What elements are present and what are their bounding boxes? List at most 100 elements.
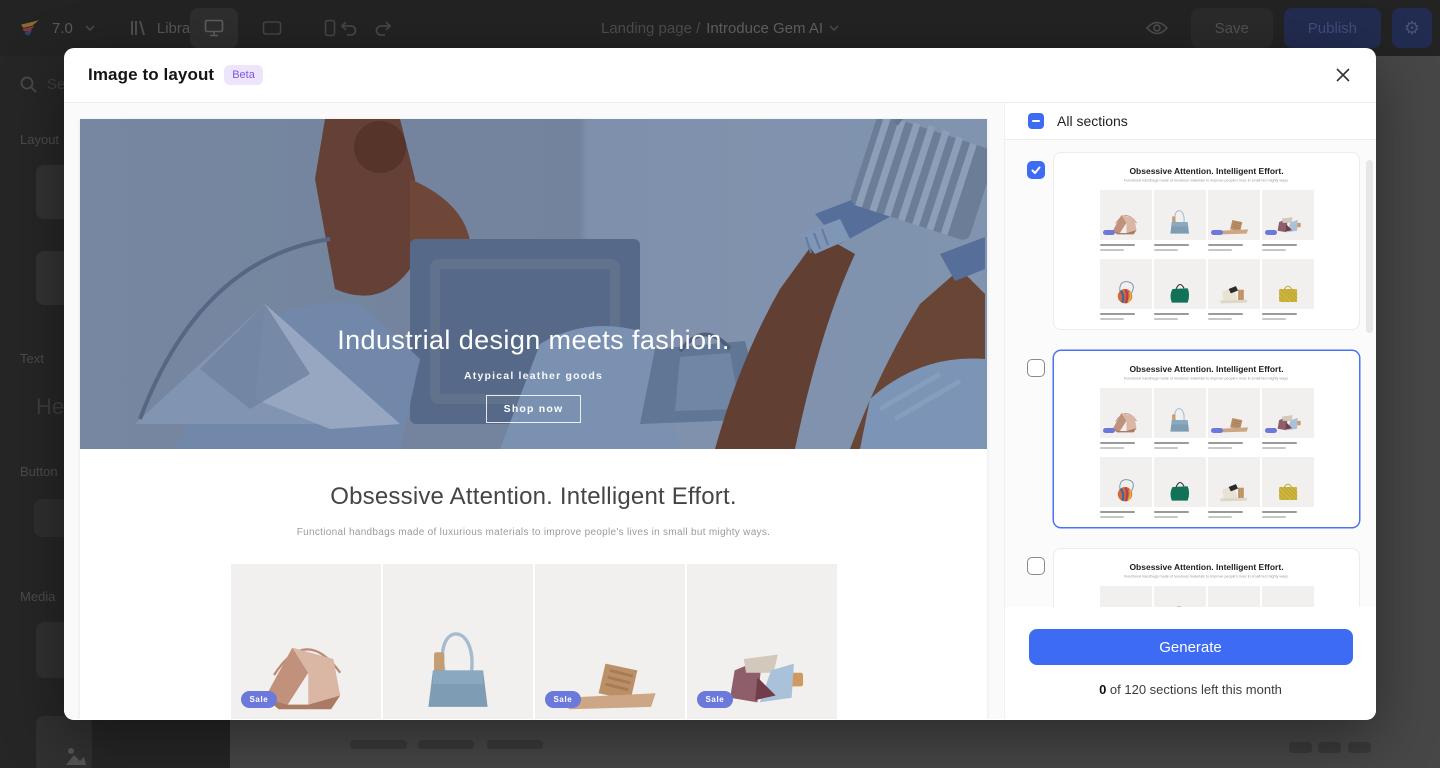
product-grid: SaleSaleSale bbox=[80, 564, 987, 719]
thumbnail-product-tile bbox=[1154, 457, 1206, 507]
thumbnail-subtitle: Functional handbags made of luxurious ma… bbox=[1112, 575, 1301, 579]
thumbnail-text-line bbox=[1262, 249, 1287, 251]
section-thumbnail-card[interactable]: Obsessive Attention. Intelligent Effort.… bbox=[1053, 350, 1360, 528]
thumbnail-product-tile bbox=[1154, 190, 1206, 240]
section-checkbox[interactable] bbox=[1027, 161, 1045, 179]
section-checkbox[interactable] bbox=[1027, 359, 1045, 377]
sections-panel: All sections Obsessive Attention. Intell… bbox=[1004, 103, 1376, 719]
section-title: Obsessive Attention. Intelligent Effort. bbox=[80, 483, 987, 511]
hero-section: Industrial design meets fashion. Atypica… bbox=[80, 119, 987, 449]
product-image-shoulder-bag bbox=[1161, 202, 1198, 238]
undo-icon[interactable] bbox=[338, 19, 358, 37]
thumbnail-product-tile bbox=[1208, 190, 1260, 240]
panel-scrollbar[interactable] bbox=[1366, 160, 1373, 333]
section-row: Obsessive Attention. Intelligent Effort.… bbox=[1027, 350, 1376, 528]
product-image-heel-mule bbox=[1215, 469, 1252, 505]
section-thumbnail-card[interactable]: Obsessive Attention. Intelligent Effort.… bbox=[1053, 152, 1360, 330]
thumbnail-text-line bbox=[1100, 318, 1125, 320]
products-section: Obsessive Attention. Intelligent Effort.… bbox=[80, 449, 987, 719]
product-image-woven-bag bbox=[1269, 469, 1306, 505]
thumbnail-product bbox=[1208, 259, 1260, 324]
product-tile: Sale bbox=[535, 564, 685, 719]
redo-icon[interactable] bbox=[374, 19, 394, 37]
canvas-skeleton-pill bbox=[1318, 742, 1341, 753]
save-button[interactable]: Save bbox=[1191, 8, 1273, 48]
thumbnail-product-tile bbox=[1154, 586, 1206, 607]
thumbnail-product-row bbox=[1054, 190, 1359, 255]
thumbnail-text-line bbox=[1100, 447, 1125, 449]
beta-badge: Beta bbox=[224, 65, 263, 85]
thumbnail-product bbox=[1100, 190, 1152, 255]
mini-sale-badge bbox=[1103, 428, 1115, 433]
canvas-skeleton-pill bbox=[1289, 742, 1312, 753]
thumbnail-text-line bbox=[1100, 313, 1135, 315]
device-desktop-button[interactable] bbox=[190, 8, 238, 48]
thumbnail-text-line bbox=[1262, 244, 1297, 246]
breadcrumb-current: Introduce Gem AI bbox=[706, 20, 823, 37]
source-screenshot: Industrial design meets fashion. Atypica… bbox=[80, 119, 987, 719]
search-icon bbox=[20, 76, 37, 93]
thumbnail-product bbox=[1100, 457, 1152, 522]
hero-title: Industrial design meets fashion. bbox=[80, 325, 987, 356]
thumbnail-product bbox=[1208, 457, 1260, 522]
section-row: Obsessive Attention. Intelligent Effort.… bbox=[1027, 152, 1376, 330]
thumbnail-product bbox=[1154, 190, 1206, 255]
thumbnail-text-line bbox=[1208, 442, 1243, 444]
thumbnail-text-line bbox=[1154, 244, 1189, 246]
product-image-shoulder-bag bbox=[401, 599, 515, 719]
canvas-skeleton-pill bbox=[350, 740, 407, 749]
section-checkbox[interactable] bbox=[1027, 557, 1045, 575]
product-image-green-bag bbox=[1161, 271, 1198, 307]
thumbnail-text-line bbox=[1154, 318, 1179, 320]
chevron-down-icon bbox=[85, 25, 95, 31]
thumbnail-text-line bbox=[1100, 516, 1125, 518]
mini-sale-badge bbox=[1265, 230, 1277, 235]
thumbnail-product-tile bbox=[1262, 457, 1314, 507]
thumbnail-text-line bbox=[1262, 442, 1297, 444]
image-mountain-icon bbox=[64, 744, 86, 766]
chevron-down-icon bbox=[829, 25, 839, 31]
thumbnail-text-line bbox=[1262, 516, 1287, 518]
thumbnail-product-tile bbox=[1262, 388, 1314, 438]
thumbnail-text-line bbox=[1154, 516, 1179, 518]
thumbnail-product-tile bbox=[1262, 190, 1314, 240]
thumbnail-text-line bbox=[1100, 244, 1135, 246]
thumbnail-product-tile bbox=[1100, 190, 1152, 240]
product-image-shoulder-bag bbox=[1161, 598, 1198, 607]
thumbnail-product bbox=[1208, 190, 1260, 255]
section-thumbnail-card[interactable]: Obsessive Attention. Intelligent Effort.… bbox=[1053, 548, 1360, 607]
thumbnail-product bbox=[1100, 388, 1152, 453]
media-item-preview[interactable] bbox=[36, 716, 92, 768]
source-image-pane: Industrial design meets fashion. Atypica… bbox=[64, 103, 1004, 719]
thumbnail-text-line bbox=[1154, 249, 1179, 251]
section-row: Obsessive Attention. Intelligent Effort.… bbox=[1027, 548, 1376, 607]
all-sections-checkbox[interactable] bbox=[1028, 113, 1044, 129]
thumbnail-product-tile bbox=[1208, 457, 1260, 507]
product-image-heel-mule bbox=[1215, 271, 1252, 307]
mini-sale-badge bbox=[1265, 428, 1277, 433]
tablet-icon bbox=[262, 20, 282, 36]
shop-now-button: Shop now bbox=[486, 395, 582, 423]
all-sections-label: All sections bbox=[1057, 113, 1128, 129]
modal-title: Image to layout bbox=[88, 65, 214, 85]
product-image-green-bag bbox=[1161, 469, 1198, 505]
thumbnail-product-tile bbox=[1100, 388, 1152, 438]
thumbnail-text-line bbox=[1262, 318, 1287, 320]
publish-button[interactable]: Publish bbox=[1284, 8, 1381, 48]
thumbnail-product-row bbox=[1054, 586, 1359, 607]
close-icon[interactable] bbox=[1334, 66, 1352, 84]
settings-gear-button[interactable]: ⚙ bbox=[1392, 8, 1432, 48]
thumbnail-text-line bbox=[1208, 516, 1233, 518]
sale-badge: Sale bbox=[697, 691, 734, 708]
thumbnail-product-tile bbox=[1208, 586, 1260, 607]
thumbnail-product bbox=[1100, 586, 1152, 607]
generate-button[interactable]: Generate bbox=[1029, 629, 1353, 665]
thumbnail-product bbox=[1154, 388, 1206, 453]
version-dropdown[interactable]: 7.0 bbox=[52, 20, 73, 37]
thumbnail-product bbox=[1262, 190, 1314, 255]
preview-eye-icon[interactable] bbox=[1146, 20, 1168, 36]
device-tablet-button[interactable] bbox=[248, 8, 296, 48]
all-sections-row[interactable]: All sections bbox=[1005, 103, 1376, 140]
thumbnail-product-tile bbox=[1208, 388, 1260, 438]
sections-list: Obsessive Attention. Intelligent Effort.… bbox=[1005, 140, 1376, 607]
